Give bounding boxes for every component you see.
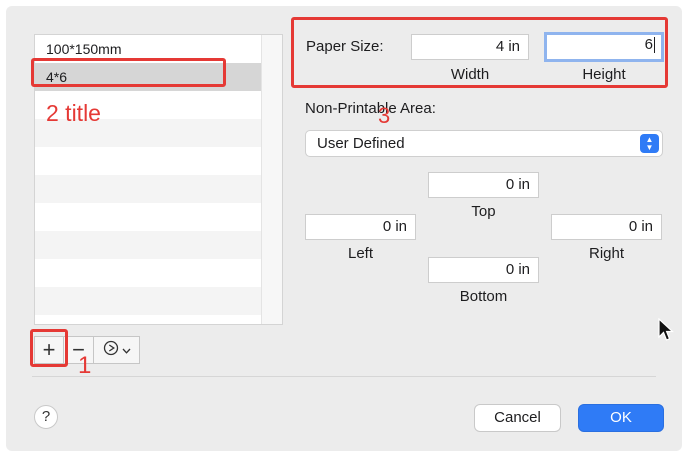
annotation-label-2: 2 title xyxy=(46,100,101,126)
select-stepper-icon: ▲ ▼ xyxy=(640,134,659,153)
select-value: User Defined xyxy=(317,135,405,152)
margin-bottom-field[interactable]: 0 in xyxy=(428,257,539,283)
paper-list-empty-row xyxy=(35,175,261,203)
annotation-box-add-button xyxy=(30,329,68,367)
paper-list-empty-row xyxy=(35,231,261,259)
paper-list-empty-row xyxy=(35,147,261,175)
margin-right-label: Right xyxy=(588,245,625,262)
paper-list-empty-row xyxy=(35,203,261,231)
paper-options-button[interactable] xyxy=(94,336,140,364)
margin-left-field[interactable]: 0 in xyxy=(305,214,416,240)
non-printable-area-label: Non-Printable Area: xyxy=(305,100,436,117)
non-printable-area-select[interactable]: User Defined ▲ ▼ xyxy=(305,130,663,157)
paper-list-empty-row xyxy=(35,287,261,315)
gear-options-icon xyxy=(103,340,119,361)
paper-list-empty-row xyxy=(35,259,261,287)
annotation-box-paper-title xyxy=(31,58,226,87)
chevron-down-icon xyxy=(122,341,131,359)
list-scroll-track[interactable] xyxy=(261,35,282,324)
cancel-button[interactable]: Cancel xyxy=(474,404,561,432)
margin-right-field[interactable]: 0 in xyxy=(551,214,662,240)
margin-top-field[interactable]: 0 in xyxy=(428,172,539,198)
annotation-box-paper-size xyxy=(291,17,668,88)
margin-left-label: Left xyxy=(347,245,374,262)
ok-button[interactable]: OK xyxy=(578,404,664,432)
mouse-pointer-icon xyxy=(658,317,675,347)
margin-top-label: Top xyxy=(471,203,496,220)
annotation-label-3: 3 xyxy=(378,103,391,128)
footer-divider xyxy=(32,376,656,377)
annotation-label-1: 1 xyxy=(78,352,92,379)
help-button[interactable]: ? xyxy=(34,405,58,429)
margin-bottom-label: Bottom xyxy=(459,288,508,305)
